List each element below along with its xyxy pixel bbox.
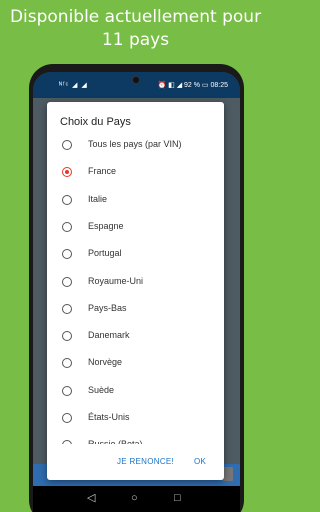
country-option[interactable]: Pays-Bas	[47, 296, 224, 323]
radio-unchecked-icon[interactable]	[62, 221, 72, 232]
cancel-button[interactable]: JE RENONCE!	[117, 457, 174, 466]
home-icon[interactable]: ○	[131, 492, 138, 504]
radio-unchecked-icon[interactable]	[62, 194, 72, 205]
radio-unchecked-icon[interactable]	[62, 358, 72, 369]
headline-line-1: Disponible actuellement pour	[9, 7, 262, 27]
country-option[interactable]: Danemark	[47, 323, 224, 350]
country-dialog: Choix du Pays Tous les pays (par VIN) Fra…	[47, 102, 224, 480]
headline-line-2: 11 pays	[101, 30, 170, 50]
radio-unchecked-icon[interactable]	[62, 413, 72, 423]
country-option[interactable]: Suède	[47, 378, 224, 405]
radio-unchecked-icon[interactable]	[62, 249, 72, 260]
country-option-label: Portugal	[88, 248, 122, 259]
country-option[interactable]: Portugal	[47, 241, 224, 268]
country-option-label: Espagne	[88, 220, 124, 231]
country-option-label: États-Unis	[88, 412, 130, 422]
camera-icon	[132, 76, 140, 84]
radio-unchecked-icon[interactable]	[62, 331, 72, 342]
country-option[interactable]: Russie (Beta)	[47, 432, 224, 444]
ok-button[interactable]: OK	[194, 457, 206, 466]
radio-unchecked-icon[interactable]	[62, 303, 72, 314]
radio-checked-icon[interactable]	[62, 167, 72, 178]
country-option[interactable]: Espagne	[47, 214, 224, 241]
navigation-bar: ◁ ○ □	[33, 486, 240, 512]
country-option-label: Italie	[88, 193, 108, 204]
status-bar: ᴺᶠᶜ ◢ ◢ ⏰ ◧ ◢ 92 % ▭ 08:25	[33, 72, 240, 98]
country-list[interactable]: Tous les pays (par VIN) France Italie Espag…	[47, 132, 224, 444]
dialog-title: Choix du Pays	[60, 116, 131, 128]
country-option-label: Norvège	[88, 357, 123, 368]
country-option-label: Tous les pays (par VIN)	[88, 139, 182, 149]
back-icon[interactable]: ◁	[87, 492, 95, 504]
recents-icon[interactable]: □	[174, 492, 181, 504]
promo-headline: Disponible actuellement pour 11 pays	[0, 6, 271, 52]
radio-unchecked-icon[interactable]	[62, 140, 72, 150]
radio-unchecked-icon[interactable]	[62, 276, 72, 287]
country-option[interactable]: France	[47, 159, 224, 186]
dialog-actions: JE RENONCE! OK	[47, 444, 224, 480]
country-option-label: Pays-Bas	[88, 302, 127, 313]
country-option[interactable]: Royaume-Uni	[47, 269, 224, 296]
status-left-icons: ᴺᶠᶜ ◢ ◢	[59, 82, 88, 89]
country-option[interactable]: Italie	[47, 187, 224, 214]
country-option[interactable]: Tous les pays (par VIN)	[47, 132, 224, 159]
country-option-label: Royaume-Uni	[88, 275, 144, 286]
country-option-label: France	[88, 166, 117, 177]
country-option-label: Suède	[88, 384, 115, 395]
country-option-label: Danemark	[88, 330, 130, 341]
country-option[interactable]: Norvège	[47, 350, 224, 377]
status-right-info: ⏰ ◧ ◢ 92 % ▭ 08:25	[157, 82, 228, 89]
bottom-bar-icon	[223, 467, 233, 481]
radio-unchecked-icon[interactable]	[62, 385, 72, 396]
country-option[interactable]: États-Unis	[47, 405, 224, 432]
